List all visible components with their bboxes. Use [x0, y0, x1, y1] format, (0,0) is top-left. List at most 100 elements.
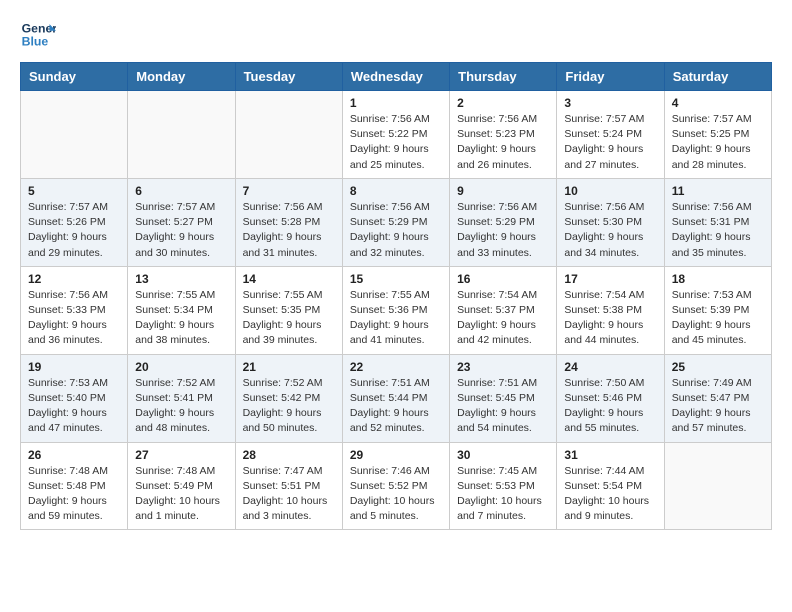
- day-number: 2: [457, 96, 549, 110]
- day-number: 10: [564, 184, 656, 198]
- day-number: 7: [243, 184, 335, 198]
- day-number: 18: [672, 272, 764, 286]
- col-header-sunday: Sunday: [21, 63, 128, 91]
- day-info: Sunrise: 7:54 AM Sunset: 5:37 PM Dayligh…: [457, 288, 549, 349]
- calendar-cell: 25 Sunrise: 7:49 AM Sunset: 5:47 PM Dayli…: [664, 354, 771, 442]
- day-number: 5: [28, 184, 120, 198]
- day-info: Sunrise: 7:56 AM Sunset: 5:23 PM Dayligh…: [457, 112, 549, 173]
- col-header-wednesday: Wednesday: [342, 63, 449, 91]
- calendar-table: SundayMondayTuesdayWednesdayThursdayFrid…: [20, 62, 772, 530]
- day-number: 9: [457, 184, 549, 198]
- day-number: 11: [672, 184, 764, 198]
- calendar-cell: 18 Sunrise: 7:53 AM Sunset: 5:39 PM Dayli…: [664, 266, 771, 354]
- calendar-cell: 15 Sunrise: 7:55 AM Sunset: 5:36 PM Dayli…: [342, 266, 449, 354]
- day-number: 13: [135, 272, 227, 286]
- calendar-cell: [664, 442, 771, 530]
- day-number: 14: [243, 272, 335, 286]
- calendar-week-row: 1 Sunrise: 7:56 AM Sunset: 5:22 PM Daylig…: [21, 91, 772, 179]
- calendar-cell: 16 Sunrise: 7:54 AM Sunset: 5:37 PM Dayli…: [450, 266, 557, 354]
- day-number: 23: [457, 360, 549, 374]
- logo: General Blue: [20, 16, 56, 52]
- day-number: 8: [350, 184, 442, 198]
- calendar-cell: 28Sunrise: 7:47 AM Sunset: 5:51 PM Dayli…: [235, 442, 342, 530]
- page: General Blue SundayMondayTuesdayWednesda…: [0, 0, 792, 546]
- day-info: Sunrise: 7:56 AM Sunset: 5:29 PM Dayligh…: [350, 200, 442, 261]
- calendar-cell: [21, 91, 128, 179]
- day-info: Sunrise: 7:56 AM Sunset: 5:31 PM Dayligh…: [672, 200, 764, 261]
- calendar-cell: 9 Sunrise: 7:56 AM Sunset: 5:29 PM Daylig…: [450, 178, 557, 266]
- calendar-cell: 24 Sunrise: 7:50 AM Sunset: 5:46 PM Dayli…: [557, 354, 664, 442]
- day-number: 24: [564, 360, 656, 374]
- calendar-cell: 19 Sunrise: 7:53 AM Sunset: 5:40 PM Dayli…: [21, 354, 128, 442]
- calendar-cell: 31 Sunrise: 7:44 AM Sunset: 5:54 PM Dayli…: [557, 442, 664, 530]
- calendar-cell: 2 Sunrise: 7:56 AM Sunset: 5:23 PM Daylig…: [450, 91, 557, 179]
- calendar-cell: 11 Sunrise: 7:56 AM Sunset: 5:31 PM Dayli…: [664, 178, 771, 266]
- calendar-cell: 14 Sunrise: 7:55 AM Sunset: 5:35 PM Dayli…: [235, 266, 342, 354]
- day-number: 27: [135, 448, 227, 462]
- day-info: Sunrise: 7:46 AM Sunset: 5:52 PM Dayligh…: [350, 464, 442, 525]
- col-header-thursday: Thursday: [450, 63, 557, 91]
- day-info: Sunrise: 7:57 AM Sunset: 5:24 PM Dayligh…: [564, 112, 656, 173]
- calendar-cell: 12Sunrise: 7:56 AM Sunset: 5:33 PM Dayli…: [21, 266, 128, 354]
- day-info: Sunrise: 7:52 AM Sunset: 5:41 PM Dayligh…: [135, 376, 227, 437]
- calendar-cell: 29 Sunrise: 7:46 AM Sunset: 5:52 PM Dayli…: [342, 442, 449, 530]
- day-info: Sunrise: 7:52 AM Sunset: 5:42 PM Dayligh…: [243, 376, 335, 437]
- day-info: Sunrise: 7:50 AM Sunset: 5:46 PM Dayligh…: [564, 376, 656, 437]
- day-info: Sunrise: 7:55 AM Sunset: 5:36 PM Dayligh…: [350, 288, 442, 349]
- calendar-cell: 3 Sunrise: 7:57 AM Sunset: 5:24 PM Daylig…: [557, 91, 664, 179]
- day-info: Sunrise: 7:44 AM Sunset: 5:54 PM Dayligh…: [564, 464, 656, 525]
- day-info: Sunrise: 7:53 AM Sunset: 5:40 PM Dayligh…: [28, 376, 120, 437]
- day-info: Sunrise: 7:56 AM Sunset: 5:30 PM Dayligh…: [564, 200, 656, 261]
- calendar-week-row: 19 Sunrise: 7:53 AM Sunset: 5:40 PM Dayli…: [21, 354, 772, 442]
- col-header-monday: Monday: [128, 63, 235, 91]
- day-info: Sunrise: 7:51 AM Sunset: 5:44 PM Dayligh…: [350, 376, 442, 437]
- calendar-cell: 6Sunrise: 7:57 AM Sunset: 5:27 PM Daylig…: [128, 178, 235, 266]
- day-number: 26: [28, 448, 120, 462]
- day-info: Sunrise: 7:55 AM Sunset: 5:35 PM Dayligh…: [243, 288, 335, 349]
- calendar-cell: 23Sunrise: 7:51 AM Sunset: 5:45 PM Dayli…: [450, 354, 557, 442]
- header: General Blue: [20, 16, 772, 52]
- day-info: Sunrise: 7:56 AM Sunset: 5:28 PM Dayligh…: [243, 200, 335, 261]
- col-header-friday: Friday: [557, 63, 664, 91]
- day-number: 3: [564, 96, 656, 110]
- calendar-cell: 13 Sunrise: 7:55 AM Sunset: 5:34 PM Dayli…: [128, 266, 235, 354]
- calendar-cell: 30Sunrise: 7:45 AM Sunset: 5:53 PM Dayli…: [450, 442, 557, 530]
- day-info: Sunrise: 7:56 AM Sunset: 5:22 PM Dayligh…: [350, 112, 442, 173]
- day-info: Sunrise: 7:57 AM Sunset: 5:25 PM Dayligh…: [672, 112, 764, 173]
- calendar-cell: 4Sunrise: 7:57 AM Sunset: 5:25 PM Daylig…: [664, 91, 771, 179]
- day-number: 31: [564, 448, 656, 462]
- day-number: 22: [350, 360, 442, 374]
- day-number: 15: [350, 272, 442, 286]
- day-number: 19: [28, 360, 120, 374]
- day-number: 17: [564, 272, 656, 286]
- day-number: 1: [350, 96, 442, 110]
- calendar-cell: 21 Sunrise: 7:52 AM Sunset: 5:42 PM Dayli…: [235, 354, 342, 442]
- calendar-cell: [128, 91, 235, 179]
- calendar-cell: 27 Sunrise: 7:48 AM Sunset: 5:49 PM Dayli…: [128, 442, 235, 530]
- calendar-cell: [235, 91, 342, 179]
- day-info: Sunrise: 7:53 AM Sunset: 5:39 PM Dayligh…: [672, 288, 764, 349]
- day-info: Sunrise: 7:48 AM Sunset: 5:49 PM Dayligh…: [135, 464, 227, 525]
- col-header-saturday: Saturday: [664, 63, 771, 91]
- day-number: 28: [243, 448, 335, 462]
- calendar-cell: 8 Sunrise: 7:56 AM Sunset: 5:29 PM Daylig…: [342, 178, 449, 266]
- day-info: Sunrise: 7:55 AM Sunset: 5:34 PM Dayligh…: [135, 288, 227, 349]
- day-number: 25: [672, 360, 764, 374]
- day-number: 29: [350, 448, 442, 462]
- calendar-cell: 26 Sunrise: 7:48 AM Sunset: 5:48 PM Dayli…: [21, 442, 128, 530]
- day-info: Sunrise: 7:56 AM Sunset: 5:33 PM Dayligh…: [28, 288, 120, 349]
- day-info: Sunrise: 7:56 AM Sunset: 5:29 PM Dayligh…: [457, 200, 549, 261]
- svg-text:Blue: Blue: [22, 34, 49, 48]
- day-info: Sunrise: 7:45 AM Sunset: 5:53 PM Dayligh…: [457, 464, 549, 525]
- calendar-week-row: 5 Sunrise: 7:57 AM Sunset: 5:26 PM Daylig…: [21, 178, 772, 266]
- day-number: 16: [457, 272, 549, 286]
- calendar-cell: 5 Sunrise: 7:57 AM Sunset: 5:26 PM Daylig…: [21, 178, 128, 266]
- day-info: Sunrise: 7:48 AM Sunset: 5:48 PM Dayligh…: [28, 464, 120, 525]
- calendar-cell: 10 Sunrise: 7:56 AM Sunset: 5:30 PM Dayli…: [557, 178, 664, 266]
- day-info: Sunrise: 7:57 AM Sunset: 5:26 PM Dayligh…: [28, 200, 120, 261]
- day-number: 20: [135, 360, 227, 374]
- day-number: 21: [243, 360, 335, 374]
- day-number: 6: [135, 184, 227, 198]
- day-info: Sunrise: 7:49 AM Sunset: 5:47 PM Dayligh…: [672, 376, 764, 437]
- col-header-tuesday: Tuesday: [235, 63, 342, 91]
